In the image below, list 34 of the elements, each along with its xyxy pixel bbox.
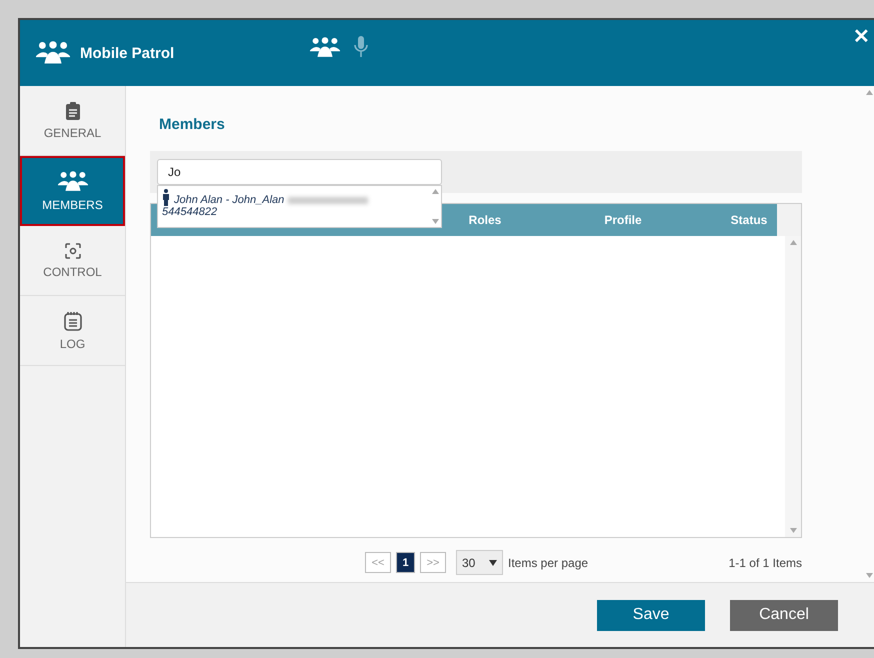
- page-button[interactable]: 1: [396, 552, 415, 573]
- scroll-down-icon[interactable]: [866, 573, 872, 578]
- clipboard-icon: [66, 102, 80, 120]
- window-title: Mobile Patrol: [80, 44, 176, 62]
- page-size-select[interactable]: 30: [456, 550, 503, 575]
- caret-icon: [489, 560, 497, 566]
- column-header: Profile: [603, 212, 643, 229]
- group-icon: [58, 170, 88, 192]
- cancel-button[interactable]: Cancel: [730, 600, 838, 630]
- focus-icon: [64, 242, 80, 258]
- notepad-icon: [64, 310, 82, 330]
- scroll-up-icon[interactable]: [790, 240, 796, 245]
- close-button[interactable]: ✕: [851, 24, 872, 49]
- suggestion-phone: 544544822: [162, 206, 218, 218]
- page-size-label: Items per page: [508, 556, 588, 570]
- scroll-up-icon[interactable]: [432, 189, 438, 194]
- person-icon: [162, 189, 170, 206]
- items-summary: 1-1 of 1 Items: [728, 556, 802, 570]
- next-page-button[interactable]: >>: [420, 552, 446, 573]
- section-title: Members: [159, 116, 226, 133]
- scroll-down-icon[interactable]: [432, 219, 438, 224]
- group-icon: [36, 41, 70, 65]
- column-header: Roles: [468, 212, 502, 229]
- suggestion-name[interactable]: John Alan - John_Alan: [174, 194, 284, 206]
- previous-page-button[interactable]: <<: [365, 552, 391, 573]
- sidebar-item[interactable]: CONTROL: [20, 226, 125, 296]
- sidebar-item[interactable]: LOG: [20, 296, 125, 366]
- save-button[interactable]: Save: [597, 600, 705, 630]
- scroll-up-icon[interactable]: [866, 90, 872, 95]
- search-field[interactable]: Jo: [157, 159, 442, 185]
- column-header: Status: [730, 212, 768, 229]
- sidebar-item[interactable]: MEMBERS: [20, 156, 125, 226]
- microphone-icon[interactable]: [354, 36, 368, 58]
- scroll-down-icon[interactable]: [790, 528, 796, 533]
